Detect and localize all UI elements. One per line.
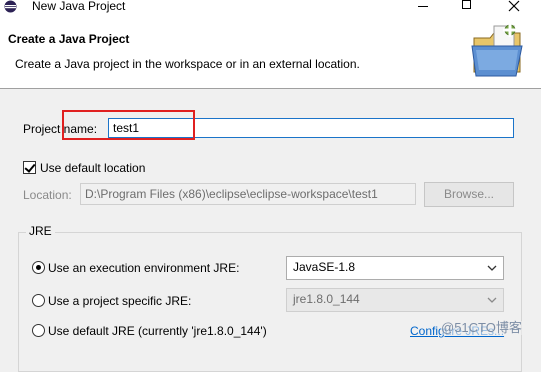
execution-environment-radio[interactable] bbox=[32, 261, 45, 274]
close-icon bbox=[508, 0, 520, 12]
jre-group-label: JRE bbox=[26, 224, 55, 238]
window-title: New Java Project bbox=[32, 0, 126, 13]
project-specific-jre-value: jre1.8.0_144 bbox=[293, 292, 360, 306]
project-name-label: Project name: bbox=[23, 122, 98, 136]
execution-environment-label[interactable]: Use an execution environment JRE: bbox=[48, 261, 239, 275]
chevron-down-icon bbox=[487, 265, 497, 271]
new-java-project-folder-icon bbox=[470, 20, 530, 80]
project-specific-jre-select[interactable]: jre1.8.0_144 bbox=[286, 288, 504, 312]
project-name-input[interactable] bbox=[108, 118, 514, 138]
project-specific-jre-label[interactable]: Use a project specific JRE: bbox=[48, 294, 191, 308]
minimize-button[interactable] bbox=[408, 0, 438, 14]
use-default-location-label[interactable]: Use default location bbox=[40, 161, 145, 175]
browse-button[interactable]: Browse... bbox=[424, 182, 514, 207]
wizard-title: Create a Java Project bbox=[8, 32, 130, 46]
execution-environment-value: JavaSE-1.8 bbox=[293, 260, 356, 274]
maximize-button[interactable] bbox=[452, 0, 482, 14]
default-jre-radio[interactable] bbox=[32, 324, 45, 337]
project-specific-jre-radio[interactable] bbox=[32, 294, 45, 307]
watermark: @51CTO博客 bbox=[441, 320, 522, 335]
execution-environment-select[interactable]: JavaSE-1.8 bbox=[286, 256, 504, 280]
wizard-description: Create a Java project in the workspace o… bbox=[15, 57, 360, 71]
location-input[interactable] bbox=[80, 183, 416, 205]
eclipse-icon bbox=[4, 0, 17, 13]
default-jre-label[interactable]: Use default JRE (currently 'jre1.8.0_144… bbox=[48, 324, 267, 338]
use-default-location-checkbox[interactable] bbox=[23, 161, 36, 174]
wizard-banner bbox=[0, 18, 541, 89]
close-button[interactable] bbox=[499, 0, 529, 14]
chevron-down-icon bbox=[487, 297, 497, 303]
location-label: Location: bbox=[23, 188, 72, 202]
